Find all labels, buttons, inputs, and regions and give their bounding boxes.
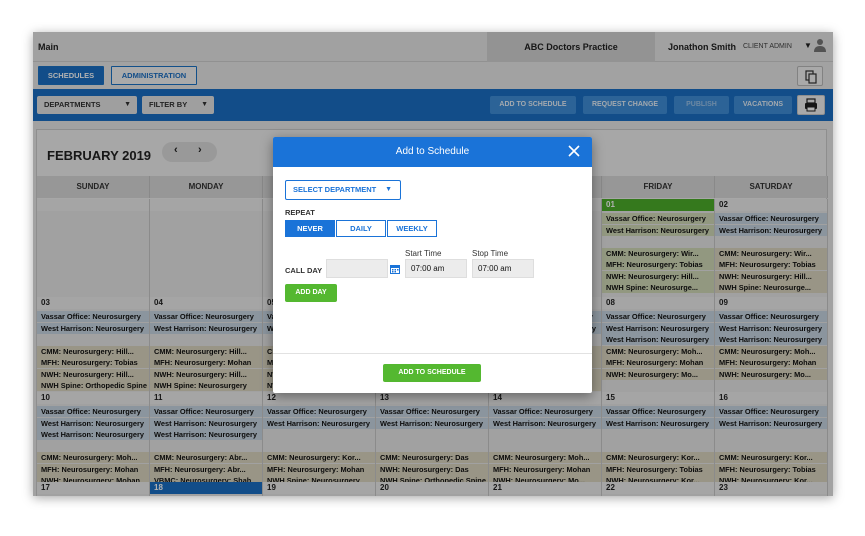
start-time-field[interactable]: 07:00 am <box>405 259 467 278</box>
call-day-field[interactable] <box>326 259 388 278</box>
calendar-icon[interactable] <box>390 264 400 274</box>
select-department-label: SELECT DEPARTMENT <box>293 185 377 194</box>
start-time-label: Start Time <box>405 249 442 258</box>
stop-time-label: Stop Time <box>472 249 509 258</box>
modal-footer-divider <box>273 353 592 354</box>
stop-time-field[interactable]: 07:00 am <box>472 259 534 278</box>
caret-down-icon: ▼ <box>385 186 392 193</box>
app-window: Main ABC Doctors Practice Jonathon Smith… <box>33 32 833 496</box>
repeat-never-button[interactable]: NEVER <box>285 220 335 237</box>
modal-add-to-schedule-button[interactable]: ADD TO SCHEDULE <box>383 364 481 382</box>
modal-title: Add to Schedule <box>395 146 470 157</box>
add-day-button[interactable]: ADD DAY <box>285 284 337 302</box>
repeat-daily-button[interactable]: DAILY <box>336 220 386 237</box>
add-to-schedule-modal: Add to Schedule SELECT DEPARTMENT ▼ REPE… <box>273 137 592 393</box>
close-icon[interactable] <box>568 145 580 157</box>
call-day-label: CALL DAY <box>285 266 323 275</box>
repeat-weekly-button[interactable]: WEEKLY <box>387 220 437 237</box>
select-department-dropdown[interactable]: SELECT DEPARTMENT ▼ <box>285 180 401 200</box>
repeat-label: REPEAT <box>285 208 315 217</box>
modal-header: Add to Schedule <box>273 137 592 167</box>
